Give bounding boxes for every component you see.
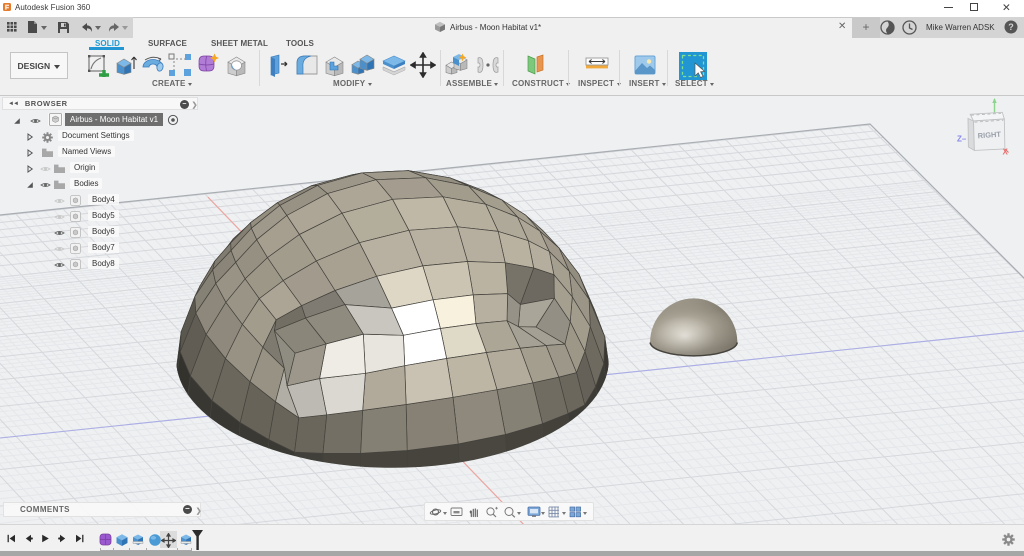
svg-text:?: ? (1008, 22, 1014, 32)
svg-text:Z–: Z– (957, 135, 967, 144)
svg-text:X: X (1003, 148, 1009, 157)
svg-text:RIGHT: RIGHT (977, 130, 1001, 141)
